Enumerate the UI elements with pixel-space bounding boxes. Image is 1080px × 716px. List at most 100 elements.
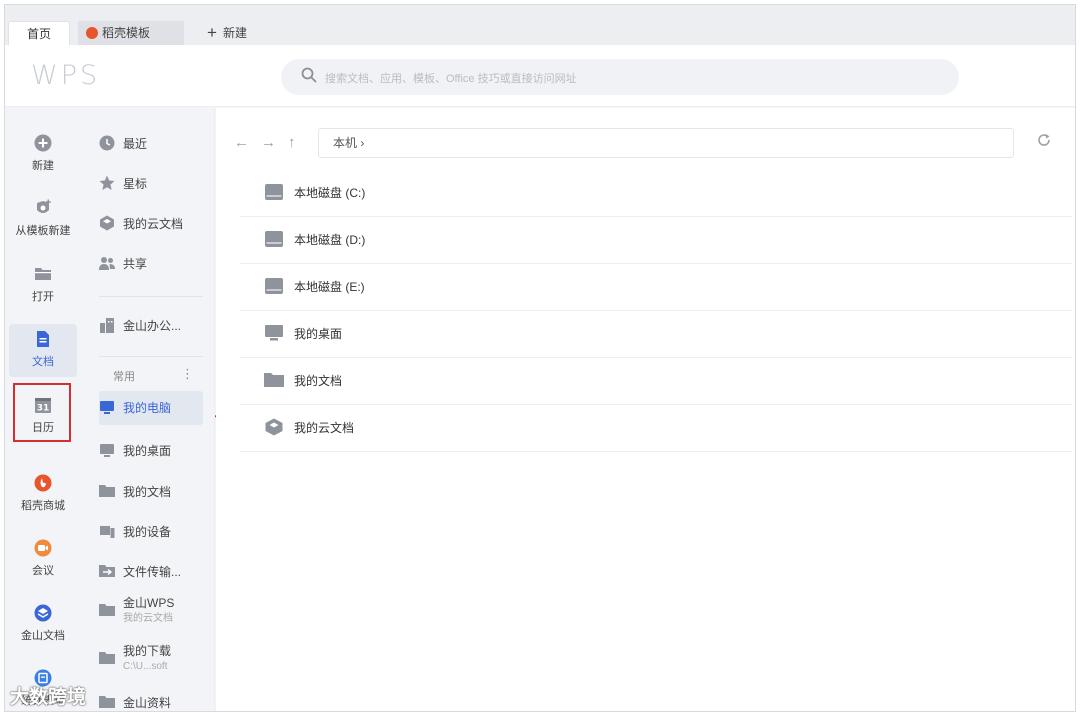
nav-open[interactable]: 打开	[9, 265, 77, 304]
folder-icon	[264, 373, 284, 387]
place-starred-label: 星标	[123, 177, 148, 191]
place-wps-cloud-label: 金山WPS	[123, 596, 175, 610]
place-my-computer[interactable]: 我的电脑	[99, 391, 203, 425]
document-icon	[37, 331, 49, 347]
refresh-icon[interactable]	[1037, 132, 1051, 152]
tab-home[interactable]: 首页	[8, 21, 70, 45]
place-org[interactable]: 金山办公...	[99, 309, 203, 343]
separator	[99, 296, 203, 297]
kdocs-icon	[34, 604, 52, 622]
nav-docer-store-label: 稻壳商城	[21, 500, 65, 512]
nav-new[interactable]: 新建	[9, 134, 77, 173]
place-kingsoft-data-label: 金山资料	[123, 696, 172, 710]
computer-icon	[100, 401, 114, 414]
path-bar[interactable]: 本机 ›	[318, 128, 1014, 158]
desktop-icon	[265, 325, 283, 341]
plus-circle-icon	[34, 134, 52, 152]
clock-icon	[99, 135, 115, 151]
tab-docer-label: 稻壳模板	[102, 26, 151, 40]
list-item[interactable]: 本地磁盘 (E:)	[240, 264, 1072, 311]
back-arrow-icon[interactable]: ←	[234, 134, 249, 151]
list-item[interactable]: 本地磁盘 (C:)	[240, 170, 1072, 217]
list-item-label: 我的桌面	[294, 327, 343, 341]
nav-from-template[interactable]: 从模板新建	[9, 199, 77, 238]
nav-meeting[interactable]: 会议	[9, 539, 77, 578]
app-window: 首页 稻壳模板 + 新建 WPS 搜索文档、应用、模板、Office 技巧或直接访…	[4, 4, 1076, 712]
cloud-doc-icon	[100, 215, 114, 231]
place-my-devices-label: 我的设备	[123, 525, 172, 539]
list-item-label: 本地磁盘 (D:)	[294, 233, 366, 247]
data-icon	[99, 696, 115, 708]
wps-logo: WPS	[31, 60, 101, 91]
place-starred[interactable]: 星标	[99, 167, 203, 201]
docer-logo-icon	[86, 27, 98, 39]
place-shared-label: 共享	[123, 257, 148, 271]
tab-bar: 首页 稻壳模板 + 新建	[5, 5, 1075, 45]
search-placeholder: 搜索文档、应用、模板、Office 技巧或直接访问网址	[325, 73, 577, 85]
nav-kdocs-label: 金山文档	[21, 630, 65, 642]
place-my-documents-label: 我的文档	[123, 485, 172, 499]
transfer-icon	[99, 565, 115, 577]
place-org-label: 金山办公...	[123, 319, 182, 333]
place-cloud-docs[interactable]: 我的云文档	[99, 207, 203, 241]
search-input[interactable]: 搜索文档、应用、模板、Office 技巧或直接访问网址	[281, 59, 959, 95]
nav-documents[interactable]: 文档	[9, 324, 77, 377]
nav-open-label: 打开	[32, 291, 54, 303]
nav-documents-label: 文档	[32, 356, 54, 368]
new-tab-button[interactable]: + 新建	[195, 21, 265, 45]
place-wps-cloud[interactable]: 金山WPS 我的云文档	[99, 594, 203, 634]
path-chevron-icon: ›	[360, 136, 365, 150]
list-item[interactable]: 我的桌面	[240, 311, 1072, 358]
cloud-doc-icon	[265, 418, 283, 436]
file-browser: ← → ↑ 本机 › 本地磁盘 (C:) 本地磁盘 (D:) 本地磁盘 (E:) 我…	[216, 108, 1075, 711]
section-common-label: 常用	[113, 371, 135, 383]
calendar-highlight-box	[13, 383, 71, 442]
nav-docer-store[interactable]: 稻壳商城	[9, 474, 77, 513]
disk-icon	[265, 231, 283, 247]
forward-arrow-icon[interactable]: →	[261, 134, 276, 151]
search-icon	[301, 67, 317, 88]
main-nav: 新建 从模板新建 打开 文档 31 日历 稻壳商城 会议 金山文档 统计表单	[5, 108, 85, 711]
place-my-desktop-label: 我的桌面	[123, 444, 172, 458]
list-item[interactable]: 我的文档	[240, 358, 1072, 405]
place-downloads[interactable]: 我的下载 C:\U...soft	[99, 642, 203, 682]
nav-kdocs[interactable]: 金山文档	[9, 604, 77, 643]
documents-folder-icon	[99, 485, 115, 497]
place-my-desktop[interactable]: 我的桌面	[99, 434, 203, 468]
watermark: 大数跨境	[10, 687, 87, 708]
list-item-label: 我的云文档	[294, 421, 355, 435]
building-icon	[100, 318, 114, 333]
list-item-label: 本地磁盘 (E:)	[294, 280, 365, 294]
path-segment[interactable]: 本机	[333, 136, 357, 150]
place-my-devices[interactable]: 我的设备	[99, 515, 203, 549]
folder-open-icon	[35, 268, 51, 280]
nav-from-template-label: 从模板新建	[15, 225, 71, 237]
list-item[interactable]: 我的云文档	[240, 405, 1072, 452]
list-item-label: 本地磁盘 (C:)	[294, 186, 366, 200]
new-tab-label: 新建	[222, 26, 247, 40]
downloads-icon	[99, 652, 115, 664]
place-recent[interactable]: 最近	[99, 127, 203, 161]
wps-cloud-icon	[99, 604, 115, 616]
plus-icon: +	[207, 23, 217, 42]
place-file-transfer-label: 文件传输...	[123, 565, 182, 579]
place-kingsoft-data[interactable]: 金山资料	[99, 686, 203, 711]
list-item-label: 我的文档	[294, 374, 343, 388]
tab-docer-templates[interactable]: 稻壳模板	[78, 21, 184, 45]
place-cloud-docs-label: 我的云文档	[123, 217, 184, 231]
place-downloads-label: 我的下载	[123, 644, 172, 658]
tab-home-label: 首页	[27, 27, 52, 41]
places-panel: 最近 星标 我的云文档 共享 金山办公... 常用 ⋮ 我的电脑 我的桌面 我的…	[85, 108, 215, 711]
up-arrow-icon[interactable]: ↑	[288, 134, 296, 151]
device-icon	[100, 526, 115, 538]
section-more-icon[interactable]: ⋮	[181, 366, 194, 382]
separator	[99, 356, 203, 357]
place-my-documents[interactable]: 我的文档	[99, 475, 203, 509]
list-item[interactable]: 本地磁盘 (D:)	[240, 217, 1072, 264]
place-shared[interactable]: 共享	[99, 247, 203, 281]
history-nav: ← → ↑	[234, 134, 308, 151]
meeting-icon	[34, 539, 52, 557]
desktop-icon	[100, 444, 114, 457]
place-file-transfer[interactable]: 文件传输...	[99, 555, 203, 589]
header: WPS 搜索文档、应用、模板、Office 技巧或直接访问网址	[5, 45, 1075, 107]
